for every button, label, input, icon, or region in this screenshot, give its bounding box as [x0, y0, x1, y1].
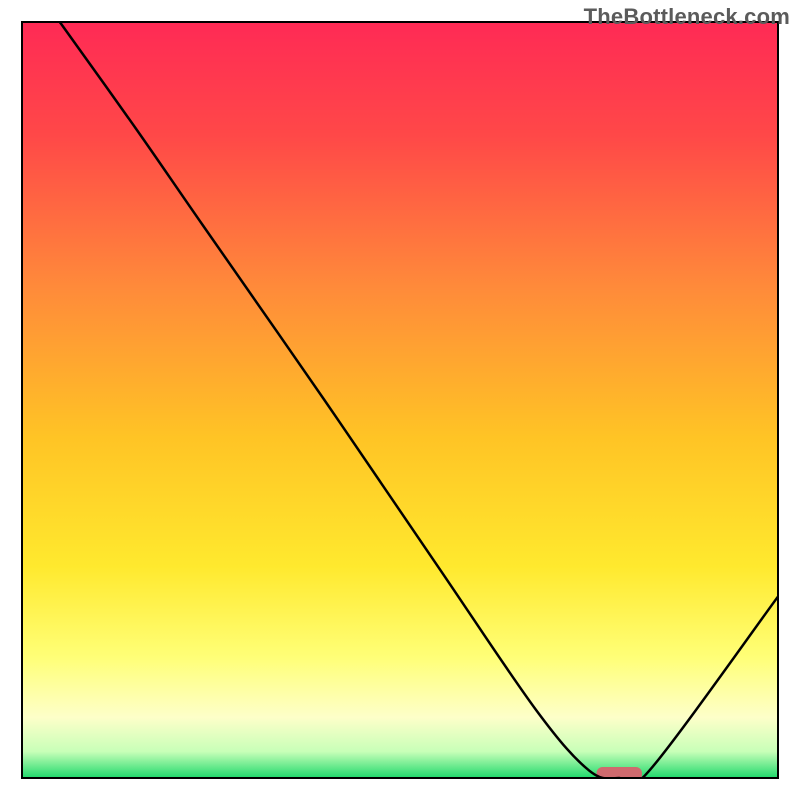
chart-container: TheBottleneck.com: [0, 0, 800, 800]
watermark-text: TheBottleneck.com: [584, 4, 790, 30]
gradient-background: [22, 22, 778, 778]
plot-area: [22, 22, 778, 786]
bottleneck-chart: [0, 0, 800, 800]
